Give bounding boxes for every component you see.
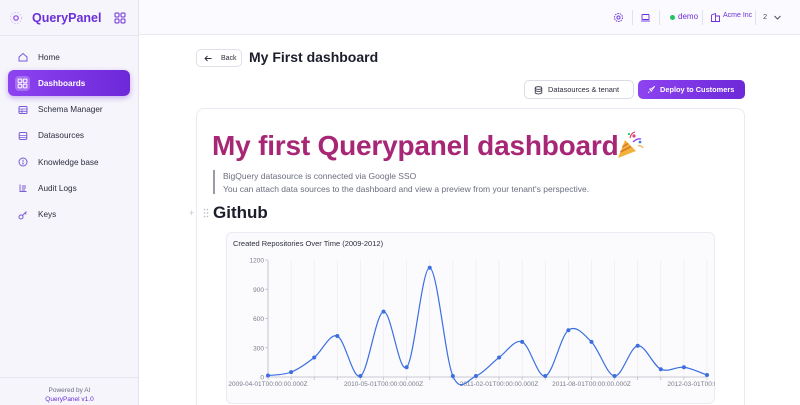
- y-tick-label: 300: [253, 345, 264, 352]
- table-icon: [18, 105, 28, 114]
- data-point: [427, 265, 432, 270]
- sidebar-item-dashboards[interactable]: Dashboards: [8, 70, 130, 97]
- sidebar-item-label: Schema Manager: [38, 105, 103, 115]
- y-tick-label: 600: [253, 316, 264, 323]
- topbar-divider: [755, 10, 756, 25]
- sidebar-item-keys[interactable]: Keys: [8, 202, 130, 228]
- rocket-icon: [647, 85, 656, 94]
- x-tick-label: 2010-05-01T00:00:00.000Z: [344, 381, 423, 388]
- powered-by-text: Powered by AI: [48, 387, 91, 394]
- tenant-selector[interactable]: Acme Inc: [723, 12, 752, 19]
- y-tick-label: 1200: [250, 258, 265, 265]
- deploy-label: Deploy to Customers: [660, 85, 735, 94]
- sidebar-item-label: Keys: [38, 210, 57, 220]
- home-icon: [18, 52, 28, 62]
- topbar-divider: [702, 10, 703, 25]
- data-point: [289, 370, 294, 375]
- lightbulb-icon: [18, 157, 28, 167]
- key-icon: [18, 210, 27, 220]
- building-icon: [711, 12, 720, 22]
- data-point: [635, 343, 640, 348]
- audit-list-icon: [19, 184, 27, 193]
- chevron-down-icon[interactable]: [773, 13, 782, 22]
- blockquote-bar: [213, 170, 215, 194]
- environment-label[interactable]: demo: [678, 12, 698, 21]
- data-point: [358, 374, 363, 379]
- grid-icon: [15, 76, 30, 92]
- version-text[interactable]: QueryPanel v1.0: [0, 396, 139, 403]
- data-point: [473, 374, 478, 379]
- arrow-left-icon: [204, 55, 212, 62]
- data-point: [566, 328, 571, 333]
- add-block-icon[interactable]: +: [189, 208, 194, 218]
- datasources-tenant-label: Datasources & tenant: [548, 85, 620, 94]
- sidebar-item-audit-logs[interactable]: Audit Logs: [8, 175, 130, 201]
- chart-title: Created Repositories Over Time (2009-201…: [233, 239, 384, 248]
- environment-status-dot: [670, 15, 675, 20]
- data-point: [450, 374, 455, 379]
- sidebar-item-label: Knowledge base: [38, 157, 99, 167]
- x-tick-label: 2009-04-01T00:00:00.000Z: [228, 381, 307, 388]
- sidebar-item-label: Dashboards: [38, 78, 86, 88]
- data-point: [543, 374, 548, 379]
- x-tick-label: 2012-03-01T00:00:00.000Z: [667, 381, 715, 388]
- x-tick-label: 2011-08-01T00:00:00.000Z: [552, 381, 631, 388]
- data-point: [520, 339, 525, 344]
- hero-title: My first Querypanel dashboard: [212, 130, 619, 161]
- logo-icon: [10, 12, 22, 24]
- sidebar-divider: [0, 35, 139, 36]
- data-point: [497, 355, 502, 360]
- brand[interactable]: QueryPanel: [9, 9, 101, 27]
- sidebar: QueryPanel Home Dashboards Schema Manage…: [0, 0, 139, 405]
- sidebar-item-label: Home: [38, 52, 60, 62]
- data-point: [404, 365, 409, 370]
- x-tick-label: 2011-02-01T00:00:00.000Z: [460, 381, 539, 388]
- datasources-tenant-button[interactable]: Datasources & tenant: [524, 80, 634, 99]
- topbar-divider: [659, 10, 660, 25]
- sidebar-footer-divider: [0, 377, 139, 378]
- sidebar-nav: Home Dashboards Schema Manager Datasourc…: [8, 44, 130, 228]
- section-heading: Github: [213, 203, 268, 222]
- data-point: [681, 365, 686, 370]
- data-point: [335, 334, 340, 339]
- user-menu[interactable]: 2: [763, 12, 767, 21]
- drag-handle-icon[interactable]: [203, 208, 209, 218]
- data-point: [589, 339, 594, 344]
- blockquote-line-1: BigQuery datasource is connected via Goo…: [223, 171, 417, 181]
- data-point: [612, 374, 617, 379]
- data-point: [266, 373, 270, 378]
- sidebar-item-knowledge-base[interactable]: Knowledge base: [8, 149, 130, 175]
- sidebar-item-label: Datasources: [38, 131, 84, 141]
- sidebar-item-schema-manager[interactable]: Schema Manager: [8, 97, 130, 123]
- settings-icon[interactable]: [613, 12, 624, 23]
- y-tick-label: 900: [253, 287, 264, 294]
- back-label: Back: [221, 54, 237, 62]
- back-button[interactable]: Back: [196, 49, 242, 67]
- blockquote-line-2: You can attach data sources to the dashb…: [223, 184, 590, 194]
- database-icon: [534, 86, 543, 95]
- data-point: [312, 355, 317, 360]
- series-line: [267, 267, 708, 386]
- laptop-icon[interactable]: [640, 12, 651, 23]
- sidebar-item-label: Audit Logs: [38, 183, 77, 193]
- topbar-divider: [632, 10, 633, 25]
- data-point: [381, 309, 386, 314]
- sidebar-item-home[interactable]: Home: [8, 44, 130, 70]
- database-icon: [18, 131, 28, 140]
- party-popper-icon: [618, 131, 644, 158]
- line-chart: 030060090012002009-04-01T00:00:00.000Z 20…: [228, 258, 715, 389]
- top-bar: demo Acme Inc 2: [139, 0, 800, 35]
- grid-toggle-icon[interactable]: [114, 12, 126, 24]
- sidebar-item-datasources[interactable]: Datasources: [8, 123, 130, 149]
- data-point: [705, 373, 709, 378]
- data-point: [658, 367, 663, 372]
- deploy-to-customers-button[interactable]: Deploy to Customers: [638, 80, 745, 99]
- page-title: My First dashboard: [249, 49, 379, 65]
- brand-name: QueryPanel: [32, 11, 102, 25]
